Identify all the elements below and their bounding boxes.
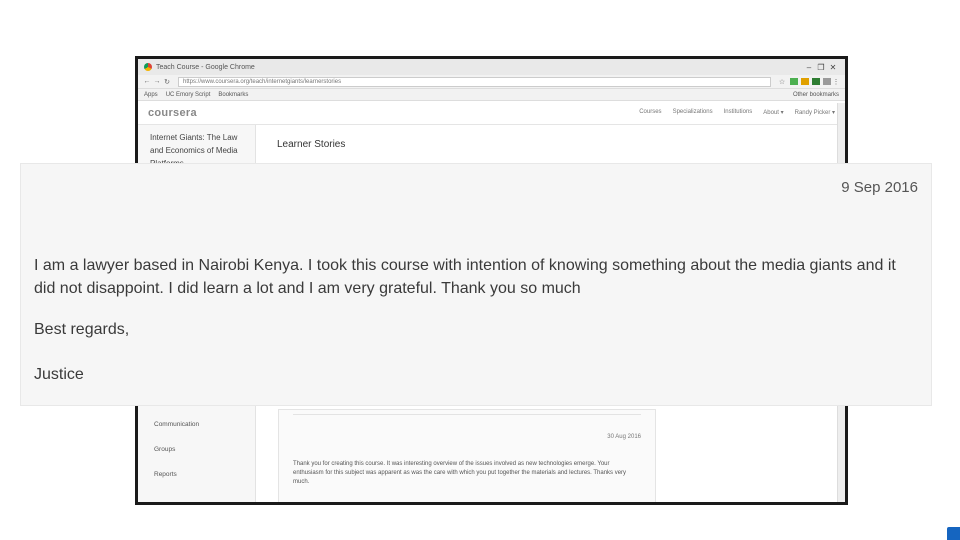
nav-specializations[interactable]: Specializations — [673, 109, 713, 116]
story-date: 30 Aug 2016 — [607, 434, 641, 440]
nav-courses[interactable]: Courses — [639, 109, 661, 116]
extension-icon[interactable] — [812, 78, 820, 85]
extension-icon[interactable] — [823, 78, 831, 85]
forward-icon[interactable]: → — [152, 78, 162, 85]
extension-icon[interactable] — [801, 78, 809, 85]
nav-about[interactable]: About ▾ — [763, 109, 783, 116]
story-body: Thank you for creating this course. It w… — [293, 461, 627, 485]
chrome-icon — [144, 63, 152, 71]
star-icon[interactable]: ☆ — [777, 78, 787, 86]
minimize-button[interactable]: – — [803, 63, 815, 72]
address-bar-row: ← → ↻ https://www.coursera.org/teach/int… — [138, 75, 845, 89]
coursera-logo[interactable]: coursera — [148, 107, 197, 119]
url-field[interactable]: https://www.coursera.org/teach/internetg… — [178, 76, 771, 87]
title-bar: Teach Course - Google Chrome – ❐ ✕ — [138, 59, 845, 75]
story-body: I am a lawyer based in Nairobi Kenya. I … — [34, 257, 896, 297]
close-button[interactable]: ✕ — [827, 63, 839, 72]
site-header: coursera Courses Specializations Institu… — [138, 101, 845, 125]
learner-story-card: 30 Aug 2016 Thank you for creating this … — [278, 409, 656, 502]
divider — [293, 414, 641, 415]
back-icon[interactable]: ← — [142, 78, 152, 85]
story-signature: Justice — [34, 366, 84, 383]
nav-user-menu[interactable]: Randy Picker ▾ — [795, 109, 835, 116]
maximize-button[interactable]: ❐ — [815, 63, 827, 72]
bookmarks-bar: Apps UC Emory Script Bookmarks Other boo… — [138, 89, 845, 101]
bookmark-item[interactable]: Bookmarks — [218, 92, 248, 98]
extension-icon[interactable] — [790, 78, 798, 85]
bookmark-apps[interactable]: Apps — [144, 92, 158, 98]
page-title: Learner Stories — [277, 139, 346, 150]
nav-institutions[interactable]: Institutions — [724, 109, 753, 116]
window-title: Teach Course - Google Chrome — [156, 63, 255, 71]
menu-icon[interactable]: ⋮ — [831, 78, 841, 86]
story-date: 9 Sep 2016 — [841, 179, 918, 196]
bookmark-item[interactable]: UC Emory Script — [166, 92, 211, 98]
site-nav: Courses Specializations Institutions Abo… — [639, 109, 835, 116]
sidebar-item-communication[interactable]: Communication — [154, 421, 199, 428]
reload-icon[interactable]: ↻ — [162, 78, 172, 86]
story-regards: Best regards, — [34, 321, 130, 338]
slide-corner-marker — [947, 527, 960, 540]
other-bookmarks[interactable]: Other bookmarks — [793, 92, 839, 98]
zoomed-learner-story: 9 Sep 2016 I am a lawyer based in Nairob… — [21, 164, 931, 405]
sidebar-item-reports[interactable]: Reports — [154, 471, 177, 478]
slide: Teach Course - Google Chrome – ❐ ✕ ← → ↻… — [0, 0, 960, 540]
sidebar-item-groups[interactable]: Groups — [154, 446, 175, 453]
